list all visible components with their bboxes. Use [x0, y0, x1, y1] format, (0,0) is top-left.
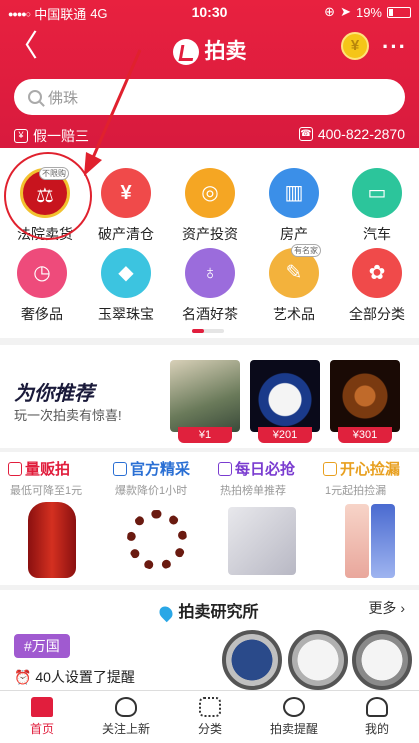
- alarm-icon: ⏰: [14, 669, 32, 685]
- phone-image: [371, 504, 395, 578]
- search-input[interactable]: 佛珠: [14, 79, 405, 115]
- category-real-estate[interactable]: ▥ 房产: [252, 168, 336, 244]
- recommend-subtitle: 玩一次拍卖有惊喜!: [14, 408, 122, 423]
- category-luxury[interactable]: ◷ 奢侈品: [0, 248, 84, 324]
- category-bankruptcy[interactable]: ¥ 破产清仓: [84, 168, 168, 244]
- building-icon: ▥: [269, 168, 319, 218]
- search-icon: [28, 90, 42, 104]
- arrow-icon: ➤: [340, 4, 351, 19]
- coin-icon[interactable]: ¥: [341, 32, 369, 60]
- search-placeholder: 佛珠: [48, 89, 79, 107]
- smile-icon: [323, 461, 337, 476]
- landscape-painting-image[interactable]: [170, 360, 240, 432]
- deals-section: 量贩拍 最低可降至1元 官方精采 爆款降价1小时 每日必抢 热拍榜单推荐 开心捡…: [0, 452, 419, 585]
- palette-icon: ✎ 有名家: [269, 244, 321, 298]
- tab-following[interactable]: 关注上新: [84, 691, 168, 743]
- category-all[interactable]: ✿ 全部分类: [335, 248, 419, 324]
- car-icon: ▭: [352, 168, 402, 218]
- deal-daily[interactable]: 每日必抢 热拍榜单推荐: [210, 452, 314, 585]
- lightning-icon: [218, 461, 232, 476]
- alarm-icon: [283, 697, 305, 717]
- blue-porcelain-image[interactable]: [250, 360, 320, 432]
- topic-tag[interactable]: #万国: [14, 634, 70, 658]
- shield-icon: ¥: [14, 129, 28, 143]
- lock-rotation-icon: ⊕: [324, 4, 336, 19]
- recommend-title: 为你推荐: [14, 383, 94, 405]
- cart-icon: [8, 461, 22, 476]
- research-title: 拍卖研究所: [0, 598, 419, 622]
- price-tag: ¥1: [178, 427, 232, 443]
- tab-bar: 首页 关注上新 分类 拍卖提醒 我的: [0, 690, 419, 743]
- grid-icon: ✿: [352, 248, 402, 298]
- header: ●●●●○ 中国联通 4G 10:30 ⊕ ➤ 19% 〈 拍卖 ¥ ··· 佛…: [0, 0, 419, 148]
- tab-profile[interactable]: 我的: [335, 691, 419, 743]
- battery-icon: [387, 6, 411, 18]
- reminder-count: ⏰ 40人设置了提醒: [14, 669, 135, 685]
- more-menu-button[interactable]: ···: [382, 34, 407, 60]
- category-wine-tea[interactable]: ♁ 名酒好茶: [168, 248, 252, 324]
- coins-icon: ◎: [185, 168, 235, 218]
- check-badge-icon: [113, 461, 127, 476]
- phone-image: [345, 504, 369, 578]
- liquor-jar-image: [28, 502, 76, 578]
- auction-logo-icon: [172, 39, 199, 66]
- watch-image[interactable]: [288, 630, 348, 690]
- category-art[interactable]: ✎ 有名家 艺术品: [252, 244, 336, 324]
- earrings-image: [228, 507, 296, 575]
- prayer-beads-image: [127, 510, 187, 570]
- user-icon: [366, 697, 388, 717]
- hotline[interactable]: ☎ 400-822-2870: [298, 126, 405, 142]
- wine-icon: ♁: [185, 248, 235, 298]
- tab-category[interactable]: 分类: [168, 691, 252, 743]
- annotation-arrow-icon: [84, 49, 142, 176]
- category-jewelry[interactable]: ◆ 玉翠珠宝: [84, 248, 168, 324]
- grid-icon: [199, 697, 221, 717]
- watch-image[interactable]: [352, 630, 412, 690]
- diamond-icon: ◆: [101, 248, 151, 298]
- research-section: 拍卖研究所 更多 › #万国 ⏰ 40人设置了提醒: [0, 590, 419, 690]
- home-icon: [31, 697, 53, 717]
- page-indicator: [192, 329, 224, 333]
- category-asset-investment[interactable]: ◎ 资产投资: [168, 168, 252, 244]
- nav-bar: 〈 拍卖 ¥ ···: [0, 28, 419, 68]
- deal-bargain[interactable]: 开心捡漏 1元起拍捡漏: [315, 452, 419, 585]
- watch-icon: ◷: [17, 248, 67, 298]
- recommend-section[interactable]: 为你推荐 玩一次拍卖有惊喜! ¥1 ¥201 ¥301: [0, 345, 419, 448]
- battery-percent: 19%: [355, 4, 382, 20]
- phone-icon: ☎: [298, 127, 313, 141]
- status-bar: ●●●●○ 中国联通 4G 10:30 ⊕ ➤ 19%: [0, 0, 419, 22]
- tab-reminder[interactable]: 拍卖提醒: [252, 691, 336, 743]
- tab-home[interactable]: 首页: [0, 691, 84, 743]
- deal-official[interactable]: 官方精采 爆款降价1小时: [105, 452, 209, 585]
- watch-image[interactable]: [222, 630, 282, 690]
- price-tag: ¥201: [258, 427, 312, 443]
- heart-icon: [115, 697, 137, 717]
- location-pin-icon: [157, 603, 176, 622]
- category-car[interactable]: ▭ 汽车: [335, 168, 419, 244]
- beads-image[interactable]: [330, 360, 400, 432]
- price-tag: ¥301: [338, 427, 392, 443]
- more-link[interactable]: 更多 ›: [368, 598, 405, 618]
- deal-bulk[interactable]: 量贩拍 最低可降至1元: [0, 452, 104, 585]
